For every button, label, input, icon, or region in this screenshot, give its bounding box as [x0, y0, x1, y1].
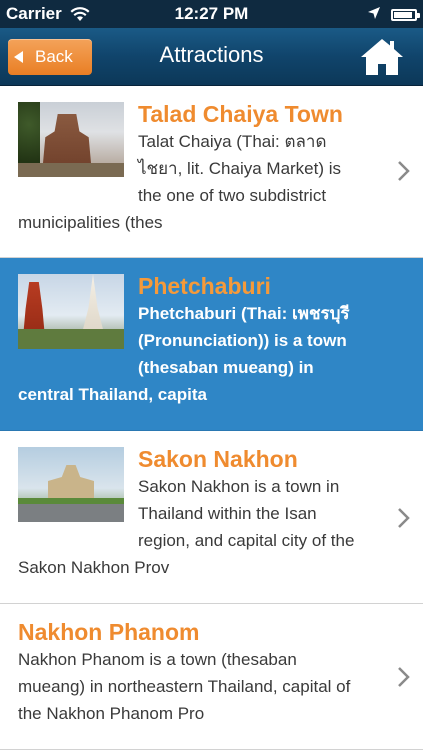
attraction-thumbnail	[18, 447, 124, 522]
home-icon	[361, 39, 403, 75]
list-item-sakon-nakhon[interactable]: Sakon Nakhon Sakon Nakhon is a town in T…	[0, 431, 423, 604]
attractions-list: Talad Chaiya Town Talat Chaiya (Thai: ตล…	[0, 86, 423, 750]
list-item-phetchaburi[interactable]: Phetchaburi Phetchaburi (Thai: เพชรบุรี …	[0, 258, 423, 431]
location-arrow-icon	[367, 5, 381, 25]
status-time: 12:27 PM	[174, 4, 249, 23]
attraction-thumbnail	[18, 102, 124, 177]
attraction-thumbnail	[18, 274, 124, 349]
battery-icon	[391, 9, 420, 21]
page-title: Attractions	[159, 42, 264, 67]
back-button[interactable]: Back	[8, 39, 92, 75]
navigation-bar: Back Attractions	[0, 28, 423, 86]
list-item-talad-chaiya[interactable]: Talad Chaiya Town Talat Chaiya (Thai: ตล…	[0, 86, 423, 258]
attraction-title: Nakhon Phanom	[18, 619, 200, 645]
attraction-description: Nakhon Phanom is a town (thesaban mueang…	[18, 650, 351, 723]
home-button[interactable]	[359, 37, 405, 77]
list-item-nakhon-phanom[interactable]: Nakhon Phanom Nakhon Phanom is a town (t…	[0, 604, 423, 750]
chevron-right-icon	[398, 161, 410, 181]
battery-fill	[394, 12, 412, 18]
chevron-right-icon	[398, 667, 410, 687]
back-button-label: Back	[35, 47, 73, 66]
chevron-right-icon	[398, 508, 410, 528]
back-arrow-icon	[14, 51, 23, 63]
status-bar: Carrier 12:27 PM	[0, 0, 423, 28]
